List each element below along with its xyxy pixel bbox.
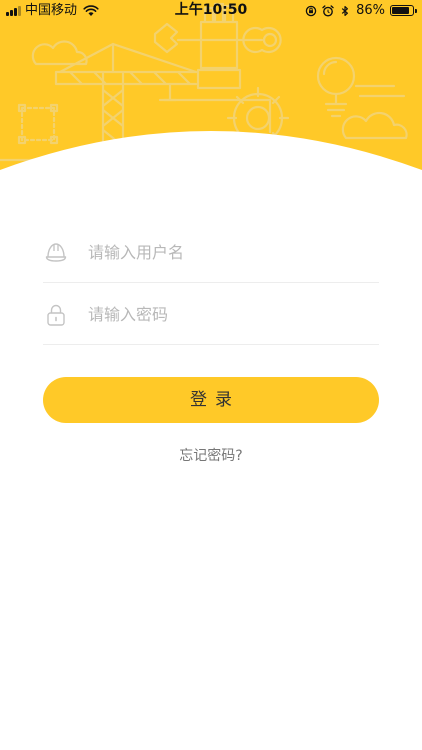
- battery-icon: [390, 5, 417, 16]
- login-screen: 中国移动 上午10:50 86% 请输入用户名 登录 忘记密码?: [0, 0, 422, 750]
- username-input[interactable]: [88, 234, 368, 270]
- header-banner: [0, 0, 422, 180]
- battery-level: [392, 7, 409, 14]
- status-bar: 中国移动 上午10:50 86%: [0, 0, 422, 22]
- login-button[interactable]: 登录: [43, 377, 379, 423]
- bluetooth-icon: [341, 5, 349, 16]
- lock-icon: [47, 304, 65, 326]
- forgot-password-link[interactable]: 忘记密码?: [0, 446, 422, 466]
- helmet-icon: [45, 243, 67, 262]
- header-curve: [0, 131, 422, 180]
- rotation-lock-icon: [305, 5, 317, 16]
- username-field: [43, 222, 379, 283]
- status-right: 86%: [305, 3, 417, 18]
- password-input[interactable]: [88, 296, 368, 332]
- battery-percent: 86%: [356, 3, 385, 18]
- alarm-icon: [322, 4, 334, 16]
- password-field: [43, 284, 379, 345]
